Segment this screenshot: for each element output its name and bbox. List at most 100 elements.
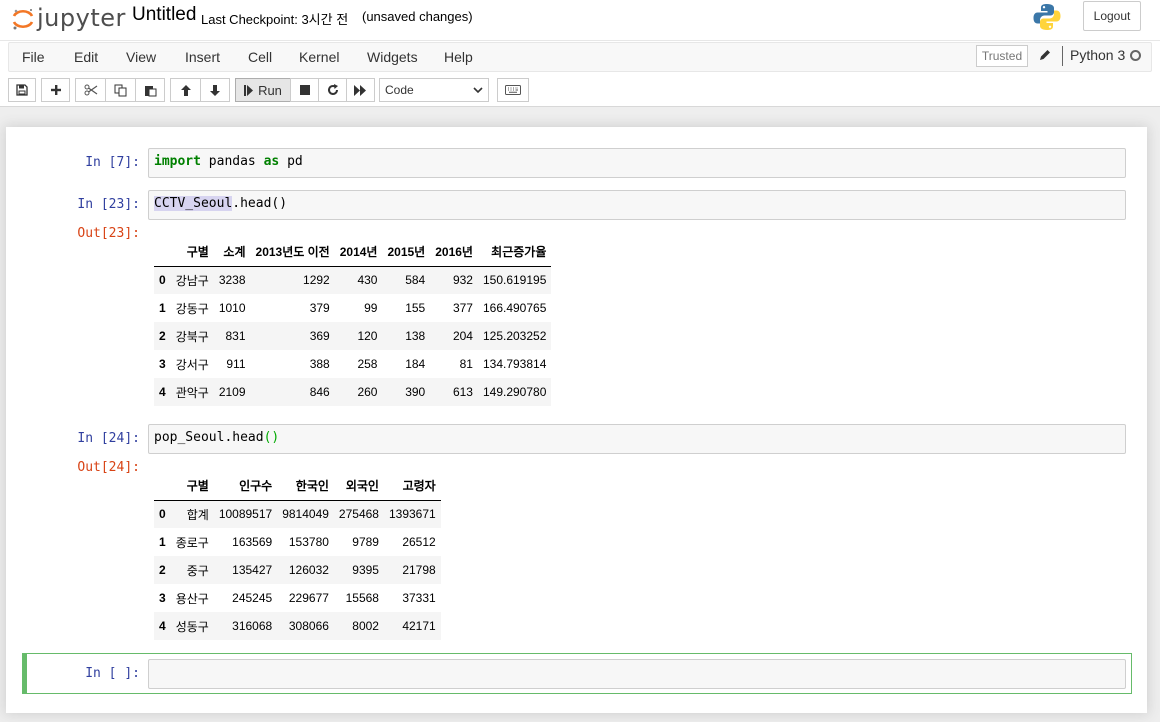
- table-cell: 10089517: [218, 507, 273, 522]
- table-cell: 831: [225, 329, 246, 343]
- python-logo-icon: [1033, 4, 1061, 30]
- command-palette-button[interactable]: [497, 78, 529, 102]
- chevron-down-icon: [473, 87, 483, 94]
- table-cell: 245245: [232, 591, 273, 605]
- code-cell-input-empty[interactable]: [148, 659, 1126, 689]
- menu-widgets[interactable]: Widgets: [367, 49, 418, 65]
- move-up-button[interactable]: [170, 78, 200, 102]
- table-cell: 584: [405, 273, 426, 288]
- column-header: [154, 238, 171, 267]
- input-prompt: In [ ]:: [85, 666, 140, 681]
- table-cell: 430: [357, 273, 378, 288]
- kernel-name[interactable]: Python 3: [1070, 47, 1125, 63]
- column-header: 2015년: [382, 238, 431, 267]
- table-cell: 258: [357, 357, 378, 371]
- row-index: 1: [159, 535, 166, 549]
- table-cell: 138: [405, 329, 426, 343]
- table-row: 1 강동구 1010 379 99 155 377 166.490765: [154, 294, 552, 322]
- input-prompt: In [23]:: [77, 197, 140, 212]
- column-header: 최근증가율: [477, 238, 552, 267]
- code-keyword: import: [154, 154, 201, 169]
- column-header: 인구수: [213, 472, 278, 501]
- restart-kernel-button[interactable]: [318, 78, 346, 102]
- column-header: 구별: [170, 238, 214, 267]
- table-cell: 316068: [232, 619, 273, 633]
- jupyter-logo[interactable]: jupyter: [10, 3, 125, 35]
- table-row: 0 합계 10089517 9814049 275468 1393671: [154, 500, 441, 528]
- column-header: 소계: [213, 238, 251, 267]
- table-cell: 163569: [232, 535, 273, 549]
- table-cell: 9814049: [282, 507, 329, 522]
- table-cell: 120: [357, 329, 378, 343]
- notebook-title[interactable]: Untitled: [132, 4, 196, 26]
- run-label: Run: [258, 82, 282, 98]
- arrow-down-icon: [210, 84, 220, 96]
- arrow-up-icon: [180, 84, 191, 96]
- table-cell: 204: [452, 329, 473, 343]
- row-index: 0: [159, 507, 166, 522]
- table-cell: 134.793814: [482, 357, 547, 371]
- table-row: 2 중구 135427 126032 9395 21798: [154, 556, 441, 584]
- table-cell: 911: [226, 357, 246, 371]
- column-header: 외국인: [333, 472, 384, 501]
- code-cell-input[interactable]: CCTV_Seoul.head(): [148, 190, 1126, 220]
- column-header: 2016년: [430, 238, 478, 267]
- table-cell: 153780: [288, 535, 329, 549]
- menu-file[interactable]: File: [22, 49, 45, 65]
- autosave-status: (unsaved changes): [362, 9, 473, 24]
- column-header: 고령자: [383, 472, 441, 501]
- table-cell: 강서구: [175, 357, 209, 372]
- save-button[interactable]: [8, 78, 36, 102]
- table-cell: 155: [405, 301, 426, 315]
- logout-button[interactable]: Logout: [1083, 1, 1141, 31]
- output-prompt: Out[24]:: [77, 460, 140, 475]
- table-cell: 613: [452, 385, 473, 399]
- table-cell: 379: [309, 301, 330, 315]
- row-index: 2: [159, 329, 166, 343]
- interrupt-button[interactable]: [290, 78, 318, 102]
- move-down-button[interactable]: [200, 78, 230, 102]
- table-cell: 강북구: [175, 329, 209, 344]
- column-header: 2013년도 이전: [250, 238, 335, 267]
- table-cell: 성동구: [175, 619, 209, 634]
- paste-button[interactable]: [135, 78, 165, 102]
- restart-run-all-button[interactable]: [346, 78, 375, 102]
- table-cell: 종로구: [175, 535, 209, 550]
- copy-button[interactable]: [105, 78, 135, 102]
- column-header: 구별: [170, 472, 214, 501]
- menu-kernel[interactable]: Kernel: [299, 49, 339, 65]
- table-cell: 369: [309, 329, 330, 343]
- menu-help[interactable]: Help: [444, 49, 473, 65]
- table-cell: 3238: [218, 273, 246, 288]
- cell-type-select[interactable]: Code: [379, 78, 489, 102]
- menu-edit[interactable]: Edit: [74, 49, 98, 65]
- table-cell: 932: [452, 273, 473, 288]
- trusted-indicator[interactable]: Trusted: [976, 45, 1028, 67]
- column-header: 2014년: [334, 238, 383, 267]
- table-cell: 21798: [402, 563, 436, 577]
- table-cell: 강동구: [175, 301, 209, 316]
- table-cell: 중구: [186, 563, 209, 578]
- pencil-icon[interactable]: [1038, 48, 1052, 62]
- menu-insert[interactable]: Insert: [185, 49, 220, 65]
- code-cell-input[interactable]: pop_Seoul.head(): [148, 424, 1126, 454]
- run-button[interactable]: Run: [235, 78, 290, 102]
- table-cell: 229677: [288, 591, 329, 605]
- menu-view[interactable]: View: [126, 49, 156, 65]
- table-cell: 합계: [186, 507, 209, 522]
- table-cell: 846: [309, 385, 330, 399]
- table-cell: 260: [357, 385, 378, 399]
- table-cell: 2109: [218, 385, 246, 399]
- table-cell: 388: [309, 357, 330, 371]
- cut-button[interactable]: [75, 78, 105, 102]
- menu-cell[interactable]: Cell: [248, 49, 272, 65]
- insert-cell-button[interactable]: [41, 78, 70, 102]
- code-text: pd: [279, 154, 303, 169]
- table-header-row: 구별 소계 2013년도 이전 2014년 2015년 2016년 최근증가율: [154, 238, 552, 267]
- table-cell: 42171: [402, 619, 436, 633]
- table-cell: 149.290780: [482, 385, 547, 399]
- code-cell-input[interactable]: import pandas as pd: [148, 148, 1126, 178]
- restart-icon: [327, 84, 338, 95]
- code-bracket-match: (): [263, 430, 280, 445]
- fast-forward-icon: [354, 84, 366, 96]
